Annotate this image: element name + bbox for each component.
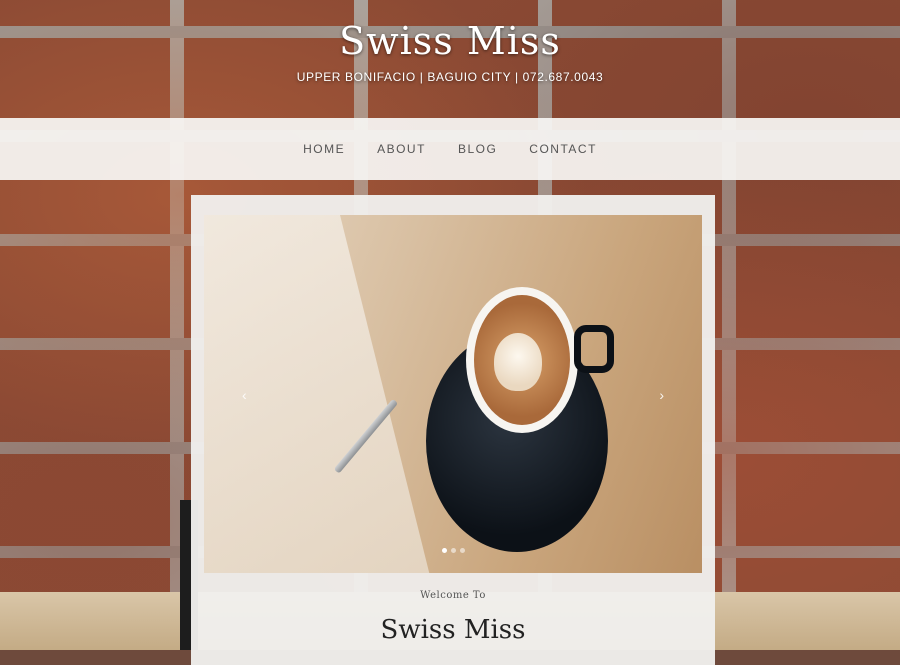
nav-item-home[interactable]: HOME	[303, 142, 345, 156]
spoon	[333, 398, 399, 474]
slider-dot-2[interactable]	[450, 548, 456, 553]
slider-indicators	[204, 548, 702, 553]
welcome-text: Welcome To	[420, 590, 486, 601]
content-panel: ‹ › Welcome To Swiss Miss	[191, 195, 715, 665]
slider-next-icon[interactable]: ›	[659, 387, 664, 403]
site-address: UPPER BONIFACIO | BAGUIO CITY | 072.687.…	[296, 70, 604, 84]
slider-dot-1[interactable]	[441, 548, 447, 553]
cup-handle	[574, 325, 614, 373]
nav-item-blog[interactable]: BLOG	[458, 142, 497, 156]
slider-dot-3[interactable]	[459, 548, 465, 553]
welcome-title: Swiss Miss	[380, 615, 526, 645]
latte-art	[494, 333, 542, 391]
site-header: Swiss Miss UPPER BONIFACIO | BAGUIO CITY…	[0, 0, 900, 118]
site-title[interactable]: Swiss Miss	[0, 18, 900, 64]
slider-prev-icon[interactable]: ‹	[242, 387, 247, 403]
nav-item-about[interactable]: ABOUT	[377, 142, 426, 156]
main-nav: HOME ABOUT BLOG CONTACT	[0, 118, 900, 180]
nav-item-contact[interactable]: CONTACT	[529, 142, 597, 156]
image-slider[interactable]: ‹ ›	[204, 215, 702, 573]
